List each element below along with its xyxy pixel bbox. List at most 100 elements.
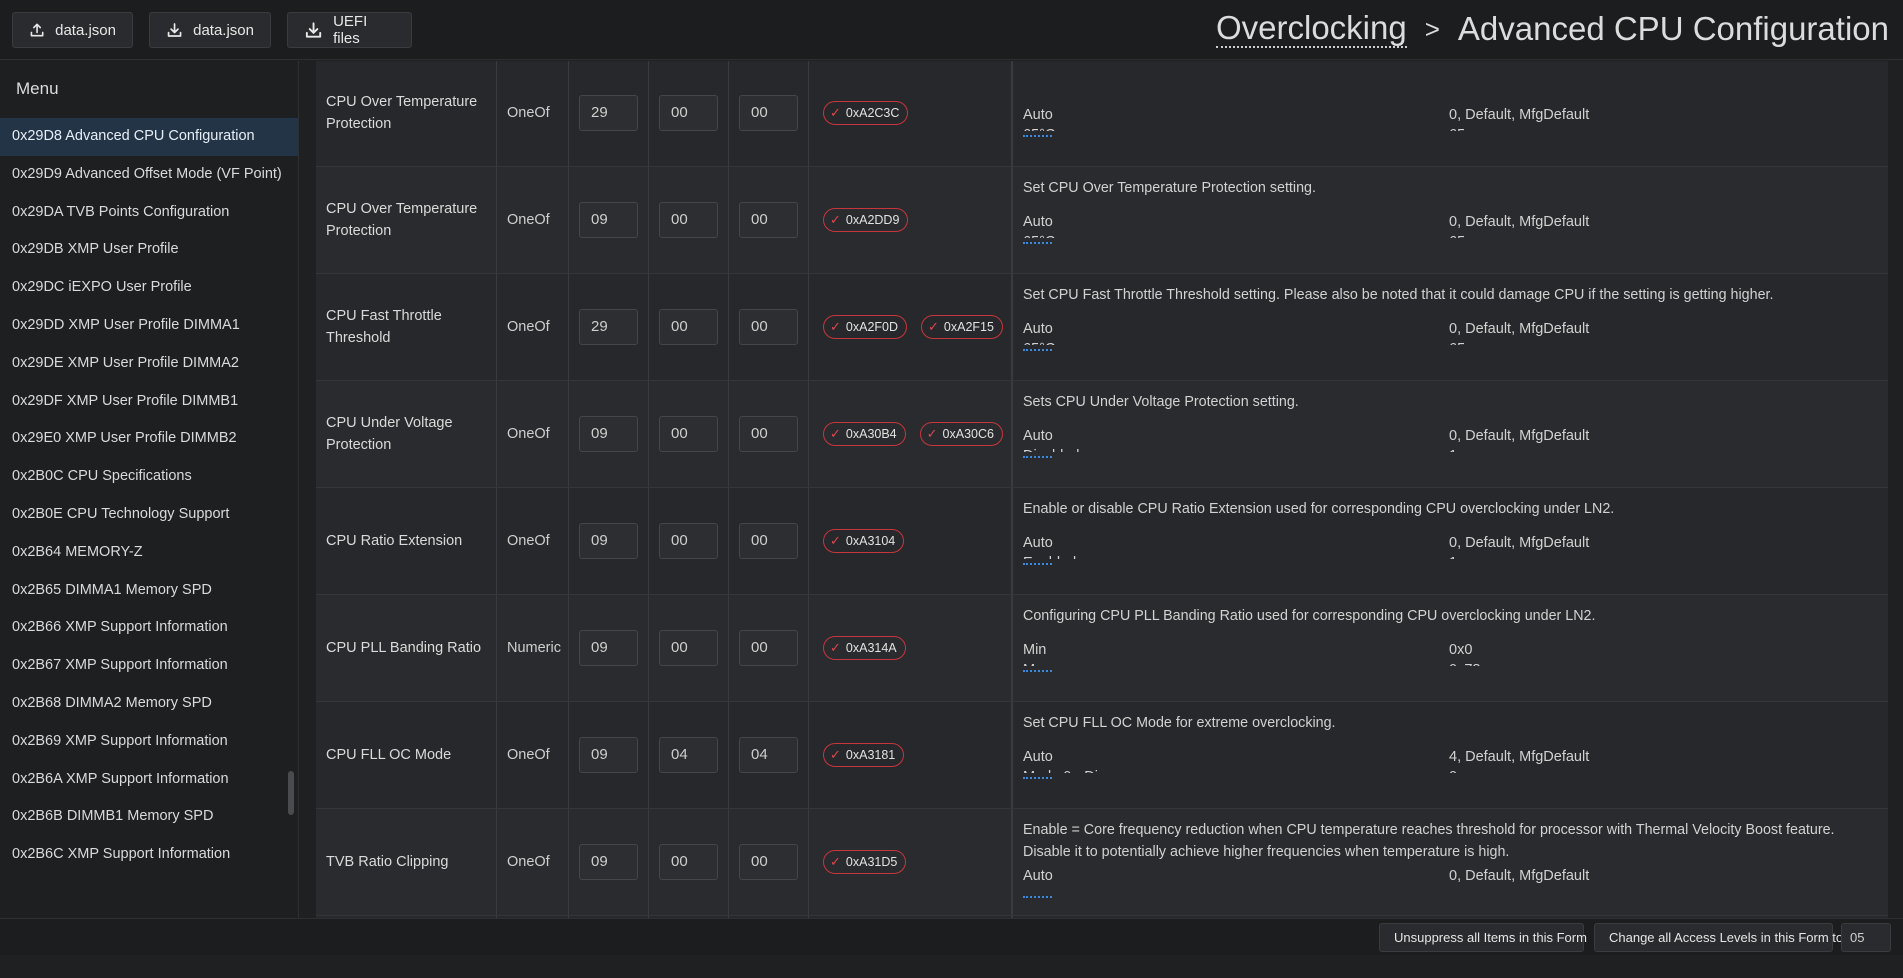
setting-type: Numeric <box>497 595 569 701</box>
option-label: Auto <box>1023 107 1053 123</box>
sidebar-item[interactable]: 0x2B69 XMP Support Information <box>0 723 298 761</box>
sidebar-item[interactable]: 0x2B65 DIMMA1 Memory SPD <box>0 572 298 610</box>
sidebar-item[interactable]: 0x2B0E CPU Technology Support <box>0 496 298 534</box>
sidebar-item[interactable]: 0x29D9 Advanced Offset Mode (VF Point) <box>0 156 298 194</box>
sidebar-item[interactable]: 0x29DF XMP User Profile DIMMB1 <box>0 383 298 421</box>
sidebar-item[interactable]: 0x2B64 MEMORY-Z <box>0 534 298 572</box>
upload-json-button[interactable]: data.json <box>12 12 133 48</box>
options-list[interactable]: Auto 0, Default, MfgDefault 65°C 65 <box>1023 214 1878 238</box>
sidebar-item[interactable]: 0x29E0 XMP User Profile DIMMB2 <box>0 420 298 458</box>
options-list[interactable]: Min 0x0 Max 0x78 <box>1023 642 1878 666</box>
expand-options-link[interactable] <box>1023 563 1052 565</box>
option-row: 65°C 65 <box>1023 341 1878 345</box>
options-list[interactable]: Auto 0, Default, MfgDefault 65°C 65 <box>1023 321 1878 345</box>
sidebar-item[interactable]: 0x29DA TVB Points Configuration <box>0 194 298 232</box>
sidebar-item[interactable]: 0x2B6B DIMMB1 Memory SPD <box>0 798 298 836</box>
expand-options-link[interactable] <box>1023 896 1052 898</box>
expand-options-link[interactable] <box>1023 777 1052 779</box>
value-field-3[interactable]: 00 <box>739 95 798 131</box>
offset-tag[interactable]: ✓ 0xA3181 <box>823 743 905 767</box>
table-row: TVB Ratio Clipping OneOf 09 00 00 ✓ 0xA31D5 Ena… <box>316 809 1888 916</box>
value-field-2[interactable]: 00 <box>659 416 718 452</box>
value-field-2[interactable]: 00 <box>659 95 718 131</box>
value-field-2[interactable]: 00 <box>659 309 718 345</box>
options-list[interactable]: Auto 0, Default, MfgDefault 65°C 65 <box>1023 107 1878 131</box>
sidebar-item[interactable]: 0x29DC iEXPO User Profile <box>0 269 298 307</box>
sidebar-item[interactable]: 0x2B6C XMP Support Information <box>0 836 298 874</box>
value-cell: 29 <box>569 61 649 166</box>
options-list[interactable]: Auto 0, Default, MfgDefault Enabled 1 <box>1023 535 1878 559</box>
option-row: Max 0x78 <box>1023 662 1878 666</box>
offset-tag[interactable]: ✓ 0xA2F0D <box>823 315 908 339</box>
option-row: Enabled 1 <box>1023 555 1878 559</box>
value-field-3[interactable]: 00 <box>739 523 798 559</box>
options-list[interactable]: Auto 4, Default, MfgDefault Mode 0 - Dis 0 <box>1023 749 1878 773</box>
offset-tag-label: 0xA30B4 <box>845 427 897 441</box>
value-field-2[interactable]: 00 <box>659 844 718 880</box>
offset-tag[interactable]: ✓ 0xA30B4 <box>823 422 906 446</box>
check-icon: ✓ <box>830 319 841 334</box>
sidebar-item[interactable]: 0x29DE XMP User Profile DIMMA2 <box>0 345 298 383</box>
offset-tag-label: 0xA2C3C <box>845 106 900 120</box>
value-cell: 00 <box>649 381 729 487</box>
expand-options-link[interactable] <box>1023 242 1052 244</box>
setting-type: OneOf <box>497 381 569 487</box>
check-icon: ✓ <box>830 640 841 655</box>
expand-options-link[interactable] <box>1023 456 1052 458</box>
options-list[interactable]: Auto 0, Default, MfgDefault Disabled 1 <box>1023 428 1878 452</box>
value-field-3[interactable]: 00 <box>739 844 798 880</box>
sidebar-item[interactable]: 0x29D8 Advanced CPU Configuration <box>0 118 298 156</box>
value-field-1[interactable]: 09 <box>579 844 638 880</box>
value-field-2[interactable]: 04 <box>659 737 718 773</box>
check-icon: ✓ <box>830 854 841 869</box>
download-uefi-button[interactable]: UEFI files <box>287 12 412 48</box>
offset-tag[interactable]: ✓ 0xA3104 <box>823 529 905 553</box>
offset-tag[interactable]: ✓ 0xA2DD9 <box>823 208 909 232</box>
value-field-3[interactable]: 04 <box>739 737 798 773</box>
value-field-3[interactable]: 00 <box>739 309 798 345</box>
option-label: Auto <box>1023 749 1053 765</box>
option-value: 65 <box>1449 234 1465 238</box>
unsuppress-all-button[interactable]: Unsuppress all Items in this Form <box>1379 923 1587 952</box>
sidebar-item[interactable]: 0x29DB XMP User Profile <box>0 231 298 269</box>
value-field-1[interactable]: 09 <box>579 737 638 773</box>
option-row: Auto 4, Default, MfgDefault <box>1023 749 1878 769</box>
value-field-3[interactable]: 00 <box>739 202 798 238</box>
offset-tags: ✓ 0xA3181 <box>809 702 1012 808</box>
value-field-2[interactable]: 00 <box>659 630 718 666</box>
offset-tag[interactable]: ✓ 0xA31D5 <box>823 850 907 874</box>
expand-options-link[interactable] <box>1023 670 1052 672</box>
value-field-1[interactable]: 09 <box>579 630 638 666</box>
download-json-button[interactable]: data.json <box>149 12 271 48</box>
value-field-3[interactable]: 00 <box>739 630 798 666</box>
value-field-1[interactable]: 09 <box>579 202 638 238</box>
options-list[interactable]: Auto 0, Default, MfgDefault <box>1023 868 1878 892</box>
value-field-1[interactable]: 09 <box>579 523 638 559</box>
expand-options-link[interactable] <box>1023 349 1052 351</box>
sidebar-item[interactable]: 0x2B6A XMP Support Information <box>0 761 298 799</box>
offset-tag[interactable]: ✓ 0xA2F15 <box>921 315 1003 339</box>
offset-tag[interactable]: ✓ 0xA2C3C <box>823 101 909 125</box>
sidebar-item[interactable]: 0x29DD XMP User Profile DIMMA1 <box>0 307 298 345</box>
value-field-3[interactable]: 00 <box>739 416 798 452</box>
value-field-2[interactable]: 00 <box>659 523 718 559</box>
sidebar-item[interactable]: 0x2B68 DIMMA2 Memory SPD <box>0 685 298 723</box>
breadcrumb-parent-link[interactable]: Overclocking <box>1215 9 1407 49</box>
value-field-1[interactable]: 29 <box>579 95 638 131</box>
offset-tag[interactable]: ✓ 0xA30C6 <box>919 422 1003 446</box>
value-field-1[interactable]: 09 <box>579 416 638 452</box>
table-row: CPU Over Temperature Protection OneOf 09 00… <box>316 167 1888 274</box>
access-level-input[interactable]: 05 <box>1841 923 1891 952</box>
value-field-1[interactable]: 29 <box>579 309 638 345</box>
expand-options-link[interactable] <box>1023 135 1052 137</box>
offset-tag[interactable]: ✓ 0xA314A <box>823 636 906 660</box>
sidebar-item[interactable]: 0x2B66 XMP Support Information <box>0 609 298 647</box>
sidebar-item[interactable]: 0x2B0C CPU Specifications <box>0 458 298 496</box>
offset-tag-label: 0xA3181 <box>845 748 896 762</box>
sidebar-item[interactable]: 0x2B67 XMP Support Information <box>0 647 298 685</box>
setting-name: CPU FLL OC Mode <box>316 702 497 808</box>
change-access-levels-button[interactable]: Change all Access Levels in this Form to <box>1594 923 1843 952</box>
sidebar-scrollbar[interactable] <box>288 771 294 815</box>
option-row: Auto 0, Default, MfgDefault <box>1023 428 1878 448</box>
value-field-2[interactable]: 00 <box>659 202 718 238</box>
